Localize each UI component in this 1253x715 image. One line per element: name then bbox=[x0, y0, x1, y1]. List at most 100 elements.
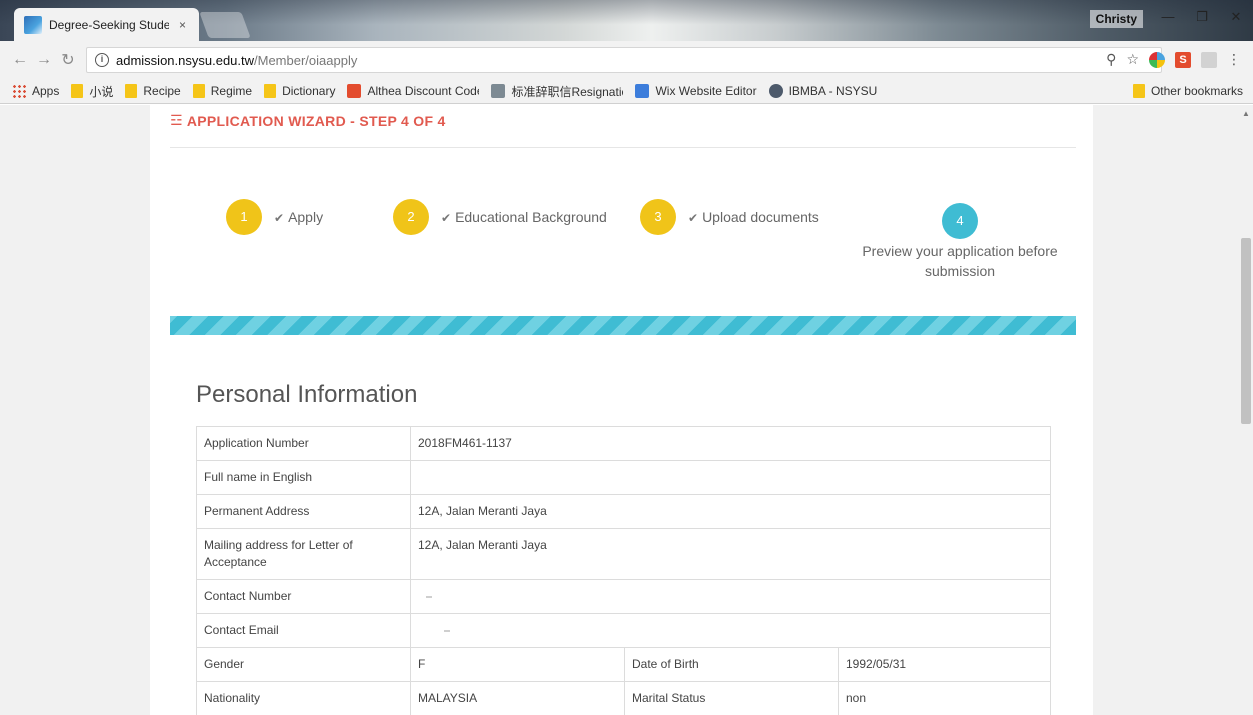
section-heading: Personal Information bbox=[196, 381, 418, 408]
extension-s-icon[interactable]: S bbox=[1175, 51, 1191, 68]
field-value bbox=[410, 579, 1051, 614]
wizard-step-3[interactable]: 3 ✔ Upload documents bbox=[640, 199, 819, 235]
browser-toolbar: ← → ↻ i admission.nsysu.edu.tw /Member/o… bbox=[0, 41, 1253, 79]
bookmark-label: Regime bbox=[210, 84, 253, 98]
site-info-icon[interactable]: i bbox=[95, 53, 109, 67]
globe-icon bbox=[768, 84, 783, 98]
field-label: Permanent Address bbox=[196, 494, 411, 529]
window-controls: — ❐ ✕ bbox=[1151, 6, 1253, 28]
vertical-scrollbar[interactable]: ▲ bbox=[1239, 105, 1253, 715]
redacted-mark bbox=[426, 595, 432, 598]
field-value: non bbox=[838, 681, 1051, 715]
address-bar[interactable]: i admission.nsysu.edu.tw /Member/oiaappl… bbox=[86, 47, 1162, 73]
browser-title-bar: Degree-Seeking Student × Christy — ❐ ✕ bbox=[0, 0, 1253, 41]
field-value: 1992/05/31 bbox=[838, 647, 1051, 682]
table-row: Contact Number bbox=[196, 579, 1051, 614]
wizard-step-2[interactable]: 2 ✔ Educational Background bbox=[393, 199, 607, 235]
field-label: Contact Number bbox=[196, 579, 411, 614]
tab-close-icon[interactable]: × bbox=[179, 18, 186, 32]
field-value bbox=[410, 613, 1051, 648]
bookmark-label: 小说 bbox=[89, 84, 114, 99]
field-value: 12A, Jalan Meranti Jaya bbox=[410, 494, 1051, 529]
bookmark-star-icon[interactable]: ☆ bbox=[1126, 51, 1139, 68]
bookmark-label: Wix Website Editor bbox=[655, 84, 757, 98]
personal-info-table: Application Number 2018FM461-1137 Full n… bbox=[196, 426, 1051, 715]
field-label: Marital Status bbox=[624, 681, 839, 715]
layers-icon: ☲ bbox=[170, 112, 183, 128]
step-number-badge: 4 bbox=[942, 203, 978, 239]
table-row: Full name in English bbox=[196, 460, 1051, 495]
wizard-title-text: APPLICATION WIZARD - STEP 4 OF 4 bbox=[186, 112, 446, 129]
table-row: Application Number 2018FM461-1137 bbox=[196, 426, 1051, 461]
field-value: 12A, Jalan Meranti Jaya bbox=[410, 528, 1051, 580]
checkmark-icon: ✔ bbox=[441, 211, 452, 225]
step-label: ✔ Apply bbox=[274, 209, 324, 225]
other-bookmarks[interactable]: Other bookmarks bbox=[1132, 84, 1243, 98]
field-label: Full name in English bbox=[196, 460, 411, 495]
forward-icon[interactable]: → bbox=[32, 51, 56, 69]
site-favicon-icon bbox=[24, 15, 42, 34]
apps-grid-icon bbox=[12, 84, 26, 98]
url-path: /Member/oiaapply bbox=[254, 52, 358, 68]
step-number-badge: 3 bbox=[640, 199, 676, 235]
scrollbar-thumb[interactable] bbox=[1241, 238, 1251, 424]
wizard-step-4[interactable]: 4 Preview your application before submis… bbox=[860, 203, 1060, 281]
bookmark-label: IBMBA - NSYSU bbox=[788, 84, 878, 98]
wizard-progress-bar bbox=[170, 316, 1076, 335]
table-row: Permanent Address 12A, Jalan Meranti Jay… bbox=[196, 494, 1051, 529]
restore-icon[interactable]: ❐ bbox=[1185, 6, 1219, 28]
bookmark-folder-recipe[interactable]: Recipe bbox=[125, 84, 181, 98]
bookmark-ibmba[interactable]: IBMBA - NSYSU bbox=[768, 84, 878, 98]
profile-user-name[interactable]: Christy bbox=[1089, 10, 1143, 28]
bookmark-label: Althea Discount Code bbox=[367, 84, 480, 98]
bookmarks-bar: Apps 小说 Recipe Regime Dictionary Althea … bbox=[0, 79, 1253, 104]
browser-tab[interactable]: Degree-Seeking Student × bbox=[14, 8, 199, 41]
bookmark-resignation[interactable]: 标准辞职信Resignatio bbox=[491, 83, 623, 100]
divider bbox=[170, 147, 1076, 148]
bookmark-wix[interactable]: Wix Website Editor bbox=[635, 84, 757, 98]
zoom-icon[interactable]: ⚲ bbox=[1106, 51, 1116, 68]
table-row: Gender F Date of Birth 1992/05/31 bbox=[196, 647, 1051, 682]
bookmark-althea[interactable]: Althea Discount Code bbox=[347, 84, 479, 98]
reload-icon[interactable]: ↻ bbox=[56, 50, 80, 70]
new-tab-button[interactable] bbox=[199, 12, 251, 38]
table-row: Mailing address for Letter of Acceptance… bbox=[196, 528, 1051, 580]
bookmark-apps[interactable]: Apps bbox=[12, 84, 59, 98]
checkmark-icon: ✔ bbox=[688, 211, 699, 225]
url-host: admission.nsysu.edu.tw bbox=[116, 52, 255, 68]
table-row: Contact Email bbox=[196, 613, 1051, 648]
field-label: Gender bbox=[196, 647, 411, 682]
application-panel: ☲ APPLICATION WIZARD - STEP 4 OF 4 1 ✔ Ap… bbox=[150, 105, 1093, 715]
field-label: Mailing address for Letter of Acceptance bbox=[196, 528, 411, 580]
field-value: MALAYSIA bbox=[410, 681, 625, 715]
table-row: Nationality MALAYSIA Marital Status non bbox=[196, 681, 1051, 715]
bookmark-folder-dictionary[interactable]: Dictionary bbox=[264, 84, 335, 98]
page-viewport: ☲ APPLICATION WIZARD - STEP 4 OF 4 1 ✔ Ap… bbox=[0, 105, 1239, 715]
althea-icon bbox=[347, 84, 362, 98]
back-icon[interactable]: ← bbox=[8, 51, 32, 69]
checkmark-icon: ✔ bbox=[274, 211, 285, 225]
bookmark-label: Apps bbox=[32, 84, 60, 98]
other-bookmarks-label: Other bookmarks bbox=[1150, 84, 1243, 98]
redacted-mark bbox=[444, 629, 450, 632]
scroll-up-icon[interactable]: ▲ bbox=[1242, 109, 1250, 118]
folder-icon bbox=[1132, 84, 1145, 98]
folder-icon bbox=[264, 84, 277, 98]
menu-icon[interactable]: ⋮ bbox=[1227, 51, 1241, 68]
field-value: 2018FM461-1137 bbox=[410, 426, 1051, 461]
extension-gray-icon[interactable] bbox=[1201, 51, 1217, 68]
bookmark-folder-xiaoshuo[interactable]: 小说 bbox=[71, 83, 113, 100]
folder-icon bbox=[192, 84, 205, 98]
step-label: Preview your application before submissi… bbox=[862, 243, 1058, 279]
close-window-icon[interactable]: ✕ bbox=[1219, 6, 1253, 28]
minimize-icon[interactable]: — bbox=[1151, 6, 1185, 28]
extension-icon[interactable] bbox=[1149, 51, 1165, 68]
step-label: ✔ Educational Background bbox=[441, 209, 607, 225]
folder-icon bbox=[125, 84, 138, 98]
wizard-step-1[interactable]: 1 ✔ Apply bbox=[226, 199, 323, 235]
field-label: Date of Birth bbox=[624, 647, 839, 682]
field-label: Contact Email bbox=[196, 613, 411, 648]
bookmark-folder-regime[interactable]: Regime bbox=[192, 84, 253, 98]
field-label: Application Number bbox=[196, 426, 411, 461]
bookmark-label: 标准辞职信Resignatio bbox=[511, 84, 624, 99]
